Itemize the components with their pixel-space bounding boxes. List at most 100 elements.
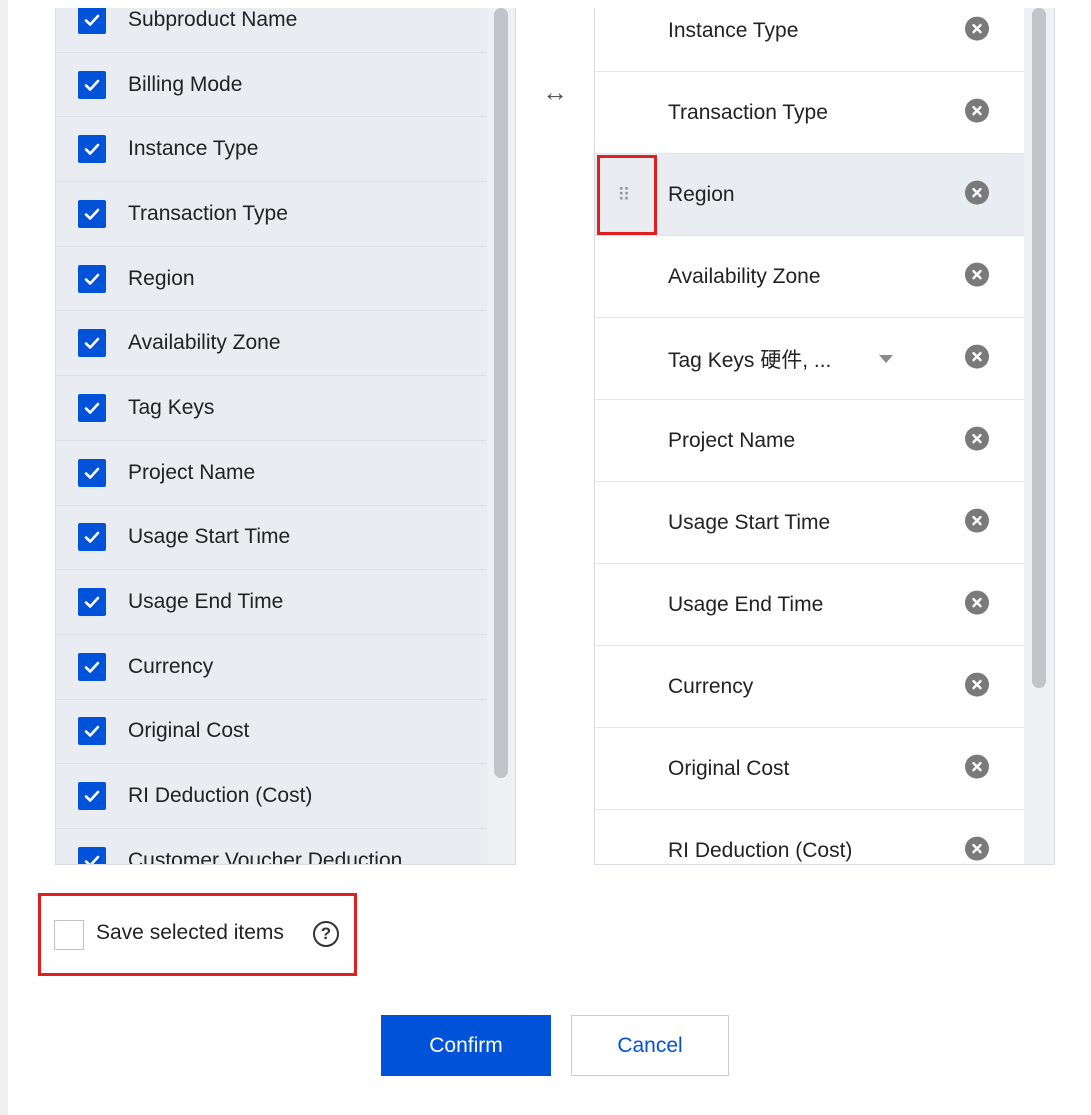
left-scrollbar[interactable] xyxy=(487,8,515,864)
checkbox-checked[interactable] xyxy=(78,199,106,228)
selected-column-item[interactable]: Usage End Time xyxy=(595,564,1026,646)
remove-column-icon[interactable] xyxy=(965,262,989,287)
available-column-label: Original Cost xyxy=(128,719,250,743)
available-column-item[interactable]: Currency xyxy=(56,635,488,700)
remove-column-icon[interactable] xyxy=(965,672,989,697)
remove-column-icon[interactable] xyxy=(965,344,989,369)
remove-column-icon[interactable] xyxy=(965,180,989,205)
selected-column-label: Usage End Time xyxy=(668,592,824,616)
checkbox-checked[interactable] xyxy=(78,458,106,487)
checkbox-checked[interactable] xyxy=(78,652,106,681)
left-gutter xyxy=(0,0,8,1115)
selected-column-item[interactable]: Tag Keys 硬件, ... xyxy=(595,318,1026,400)
available-column-label: Instance Type xyxy=(128,137,259,161)
available-column-item[interactable]: Usage Start Time xyxy=(56,506,488,571)
remove-column-icon[interactable] xyxy=(965,426,989,451)
checkbox-checked[interactable] xyxy=(78,135,106,164)
available-column-item[interactable]: Availability Zone xyxy=(56,311,488,377)
remove-column-icon[interactable] xyxy=(965,754,989,779)
remove-column-icon[interactable] xyxy=(965,16,989,41)
checkbox-checked[interactable] xyxy=(78,717,106,746)
selected-column-label: Currency xyxy=(668,674,754,698)
checkmark-icon xyxy=(84,790,100,802)
checkbox-checked[interactable] xyxy=(78,588,106,617)
checkmark-icon xyxy=(84,208,100,220)
selected-column-label: Instance Type xyxy=(668,18,799,42)
available-column-item[interactable]: Instance Type xyxy=(56,117,488,183)
right-scrollbar-thumb[interactable] xyxy=(1032,8,1046,688)
remove-column-icon[interactable] xyxy=(965,590,989,615)
available-column-item[interactable]: Customer Voucher Deduction xyxy=(56,829,488,865)
available-column-item[interactable]: Usage End Time xyxy=(56,570,488,635)
available-column-label: Usage End Time xyxy=(128,590,284,614)
remove-column-icon[interactable] xyxy=(965,836,989,861)
available-column-label: RI Deduction (Cost) xyxy=(128,784,313,808)
available-column-label: Usage Start Time xyxy=(128,525,291,549)
checkbox-checked[interactable] xyxy=(78,8,106,34)
selected-column-label: Usage Start Time xyxy=(668,510,831,534)
available-column-label: Subproduct Name xyxy=(128,8,298,31)
swap-arrows-icon: ↔ xyxy=(542,77,568,107)
checkmark-icon xyxy=(84,467,100,479)
selected-column-item[interactable]: ⠿ Region xyxy=(595,154,1026,236)
selected-column-item[interactable]: RI Deduction (Cost) xyxy=(595,810,1026,864)
available-column-label: Currency xyxy=(128,654,214,678)
available-column-label: Tag Keys xyxy=(128,395,215,419)
selected-column-item[interactable]: Instance Type xyxy=(595,8,1026,72)
selected-column-label: Availability Zone xyxy=(668,264,821,288)
checkmark-icon xyxy=(84,79,100,91)
selected-column-label: RI Deduction (Cost) xyxy=(668,838,853,862)
available-column-item[interactable]: Region xyxy=(56,247,488,312)
cancel-button[interactable]: Cancel xyxy=(571,1015,729,1076)
available-column-item[interactable]: Billing Mode xyxy=(56,53,488,118)
selected-column-label: Original Cost xyxy=(668,756,790,780)
available-column-label: Project Name xyxy=(128,460,256,484)
checkbox-checked[interactable] xyxy=(78,846,106,864)
save-selected-label[interactable]: Save selected items xyxy=(96,921,284,945)
right-scrollbar[interactable] xyxy=(1024,8,1054,864)
selected-column-label: Transaction Type xyxy=(668,100,828,124)
checkmark-icon xyxy=(84,14,100,26)
available-column-item[interactable]: Tag Keys xyxy=(56,376,488,441)
checkmark-icon xyxy=(84,726,100,738)
available-column-item[interactable]: RI Deduction (Cost) xyxy=(56,764,488,829)
available-columns-panel: Subproduct Name Billing Mode Instance Type… xyxy=(55,8,516,865)
save-selected-checkbox[interactable] xyxy=(54,920,84,950)
available-column-label: Transaction Type xyxy=(128,201,288,225)
available-column-label: Region xyxy=(128,266,195,290)
available-column-label: Customer Voucher Deduction xyxy=(128,848,403,865)
confirm-button[interactable]: Confirm xyxy=(381,1015,551,1076)
selected-column-label: Tag Keys 硬件, ... xyxy=(668,348,832,372)
remove-column-icon[interactable] xyxy=(965,508,989,533)
checkbox-checked[interactable] xyxy=(78,782,106,811)
selected-column-item[interactable]: Transaction Type xyxy=(595,72,1026,154)
help-icon[interactable]: ? xyxy=(313,921,339,947)
selected-column-label: Project Name xyxy=(668,428,796,452)
available-column-item[interactable]: Original Cost xyxy=(56,700,488,765)
checkbox-checked[interactable] xyxy=(78,264,106,293)
selected-column-item[interactable]: Original Cost xyxy=(595,728,1026,810)
available-column-label: Billing Mode xyxy=(128,72,243,96)
available-column-label: Availability Zone xyxy=(128,331,281,355)
checkmark-icon xyxy=(84,596,100,608)
selected-columns-panel: Instance Type Transaction Type ⠿ Region Avai… xyxy=(594,8,1055,865)
checkmark-icon xyxy=(84,855,100,864)
caret-down-icon[interactable] xyxy=(879,354,893,363)
selected-column-item[interactable]: Availability Zone xyxy=(595,236,1026,318)
selected-columns-list: Instance Type Transaction Type ⠿ Region Avai… xyxy=(595,8,1026,864)
available-column-item[interactable]: Subproduct Name xyxy=(56,8,488,53)
checkmark-icon xyxy=(84,532,100,544)
available-column-item[interactable]: Transaction Type xyxy=(56,182,488,247)
checkbox-checked[interactable] xyxy=(78,523,106,552)
checkmark-icon xyxy=(84,402,100,414)
remove-column-icon[interactable] xyxy=(965,98,989,123)
selected-column-item[interactable]: Currency xyxy=(595,646,1026,728)
selected-column-item[interactable]: Usage Start Time xyxy=(595,482,1026,564)
checkbox-checked[interactable] xyxy=(78,70,106,99)
selected-column-item[interactable]: Project Name xyxy=(595,400,1026,482)
checkbox-checked[interactable] xyxy=(78,329,106,358)
checkmark-icon xyxy=(84,337,100,350)
checkbox-checked[interactable] xyxy=(78,393,106,422)
available-column-item[interactable]: Project Name xyxy=(56,441,488,506)
left-scrollbar-thumb[interactable] xyxy=(494,8,508,778)
